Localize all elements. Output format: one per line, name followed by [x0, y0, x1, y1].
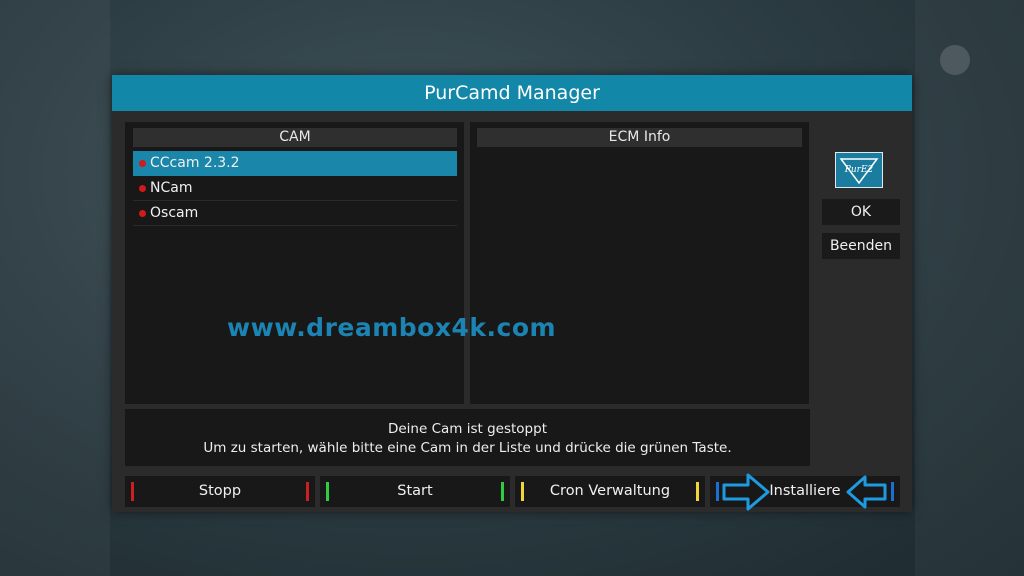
cron-button-label: Cron Verwaltung: [549, 483, 671, 499]
install-button-label: Installiere: [769, 483, 841, 499]
stop-button-label: Stopp: [198, 483, 242, 499]
cam-list-item[interactable]: Oscam: [133, 201, 457, 226]
background-shape: [0, 0, 110, 576]
status-message-line1: Deine Cam ist gestoppt: [387, 421, 547, 437]
yellow-key-cron-button[interactable]: Cron Verwaltung: [515, 476, 705, 507]
ecm-info-header: ECM Info: [477, 128, 802, 147]
purcamd-dialog: PurCamd Manager CAM CCcam 2.3.2 NCam Osc…: [112, 75, 912, 512]
cam-list-header: CAM: [133, 128, 457, 147]
background-shape: [915, 0, 1024, 576]
yellow-key-marker: [521, 482, 524, 501]
status-dot-icon: [139, 160, 146, 167]
logo-graphic: PurE2: [839, 158, 879, 185]
status-dot-icon: [139, 185, 146, 192]
exit-button[interactable]: Beenden: [822, 233, 900, 259]
blue-key-marker: [716, 482, 719, 501]
ok-button[interactable]: OK: [822, 199, 900, 225]
green-key-marker: [326, 482, 329, 501]
cam-list-item[interactable]: NCam: [133, 176, 457, 201]
cam-list-item-label: Oscam: [150, 205, 199, 221]
watermark-text: www.dreambox4k.com: [227, 313, 557, 342]
ecm-info-panel: ECM Info: [470, 122, 809, 404]
blue-key-marker: [891, 482, 894, 501]
left-arrow-icon: [846, 475, 887, 509]
status-dot-icon: [139, 210, 146, 217]
green-key-marker: [501, 482, 504, 501]
status-message-line2: Um zu starten, wähle bitte eine Cam in d…: [203, 440, 732, 456]
red-key-marker: [306, 482, 309, 501]
blue-key-install-button[interactable]: Installiere: [710, 473, 900, 511]
channel-logo-icon: [940, 45, 970, 75]
purcamd-logo-icon: PurE2: [835, 152, 883, 188]
red-key-marker: [131, 482, 134, 501]
dialog-title: PurCamd Manager: [112, 75, 912, 111]
status-panel: Deine Cam ist gestoppt Um zu starten, wä…: [125, 409, 810, 466]
cam-list-item-label: CCcam 2.3.2: [150, 155, 240, 171]
cam-list-item-label: NCam: [150, 180, 193, 196]
start-button-label: Start: [397, 483, 433, 499]
logo-text: PurE2: [844, 165, 874, 175]
right-arrow-icon: [722, 473, 770, 511]
red-key-stop-button[interactable]: Stopp: [125, 476, 315, 507]
yellow-key-marker: [696, 482, 699, 501]
cam-list-item[interactable]: CCcam 2.3.2: [133, 151, 457, 176]
green-key-start-button[interactable]: Start: [320, 476, 510, 507]
